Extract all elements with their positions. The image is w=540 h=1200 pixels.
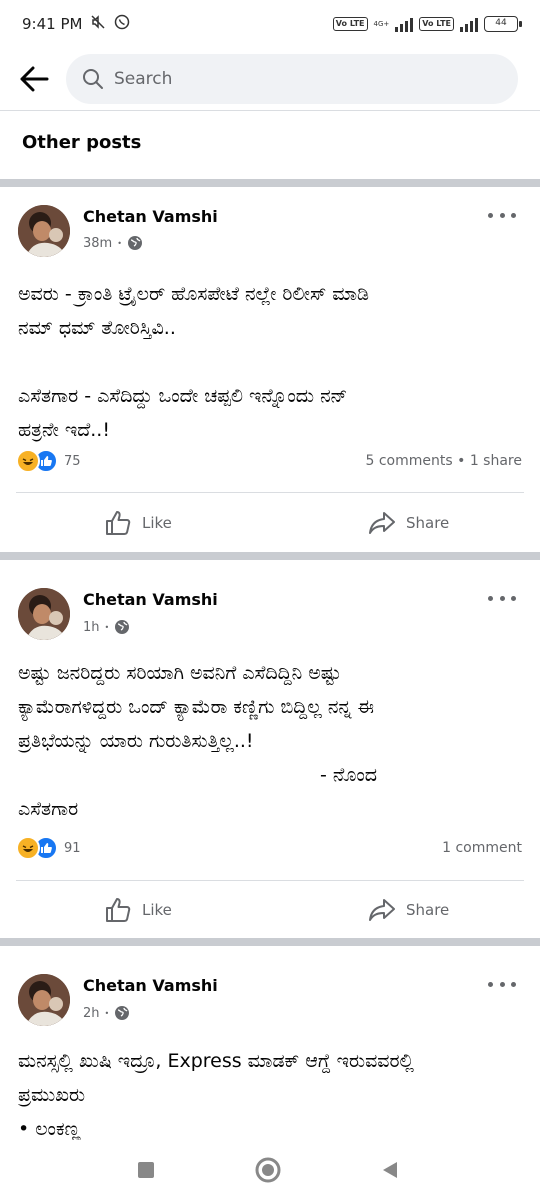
post-separator [0,552,540,560]
mute-icon [90,14,106,34]
post-card: Chetan Vamshi 2h • ಮನಸ್ಸಲ್ಲಿ ಖುಷಿ ಇದ್ರೂ,… [0,946,540,1140]
author-name[interactable]: Chetan Vamshi [83,207,218,226]
post-card: Chetan Vamshi 38m • ಅವರು - ಕ್ರಾಂತಿ ಟ್ರೈಲ… [0,187,540,552]
reaction-count: 91 [64,840,81,856]
header-divider [0,110,540,111]
post-card: Chetan Vamshi 1h • ಅಷ್ಟು ಜನರಿದ್ದರು ಸರಿಯಾ… [0,560,540,938]
reactions[interactable]: 75 [16,449,81,473]
comment-share-stats[interactable]: 5 comments • 1 share [366,453,523,469]
back-button[interactable] [12,57,56,101]
post-meta: 38m • [83,235,143,251]
search-placeholder: Search [114,69,173,89]
post-time[interactable]: 38m [83,236,112,251]
post-meta: 2h • [83,1005,130,1021]
post-meta: 1h • [83,619,130,635]
battery-icon: 44 [484,16,522,32]
system-nav-bar [0,1140,540,1200]
more-options-button[interactable] [488,588,516,608]
post-divider [16,880,524,881]
share-button[interactable]: Share [368,896,449,924]
triangle-back-icon [383,1162,397,1178]
more-options-button[interactable] [488,974,516,994]
globe-icon [115,620,130,634]
status-bar: 9:41 PM Vo LTE 4G+ Vo LTE 44 [0,0,540,48]
back-arrow-icon [20,66,49,92]
like-button[interactable]: Like [104,896,172,924]
reaction-count: 75 [64,453,81,469]
recent-apps-button[interactable] [130,1154,162,1186]
back-nav-button[interactable] [374,1154,406,1186]
status-time: 9:41 PM [22,15,83,33]
post-separator [0,938,540,946]
globe-icon [127,236,142,250]
like-label: Like [142,514,172,532]
like-label: Like [142,901,172,919]
post-time[interactable]: 2h [83,1006,100,1021]
haha-reaction-icon [16,449,40,473]
like-icon [106,898,131,922]
share-label: Share [406,901,450,919]
reactions[interactable]: 91 [16,836,81,860]
share-button[interactable]: Share [368,509,449,537]
share-icon [369,899,395,921]
home-circle-icon [255,1157,281,1183]
post-text: ಅಷ್ಟು ಜನರಿದ್ದರು ಸರಿಯಾಗಿ ಅವನಿಗೆ ಎಸೆದಿದ್ದಿ… [18,662,378,820]
like-icon [106,511,131,535]
volte-badge: Vo LTE [332,17,368,31]
home-button[interactable] [252,1154,284,1186]
share-label: Share [406,514,450,532]
section-title: Other posts [22,132,142,153]
haha-reaction-icon [16,836,40,860]
avatar[interactable] [18,974,70,1026]
post-separator [0,179,540,187]
post-time[interactable]: 1h [83,620,100,635]
post-divider [16,492,524,493]
search-input[interactable]: Search [66,54,518,104]
author-name[interactable]: Chetan Vamshi [83,976,218,995]
signal-icon-2 [460,16,478,32]
network-type: 4G+ [373,20,390,28]
share-icon [369,512,395,534]
author-name[interactable]: Chetan Vamshi [83,590,218,609]
avatar[interactable] [18,588,70,640]
more-options-button[interactable] [488,205,516,225]
whatsapp-icon [114,14,130,34]
search-header: Search [0,48,540,110]
post-text: ಮನಸ್ಸಲ್ಲಿ ಖುಷಿ ಇದ್ರೂ, Express ಮಾಡಕ್ ಆಗ್ದ… [18,1050,414,1140]
post-text: ಅವರು - ಕ್ರಾಂತಿ ಟ್ರೈಲರ್ ಹೊಸಪೇಟೆ ನಲ್ಲೇ ರಿಲ… [18,283,370,441]
signal-icon [395,16,414,32]
globe-icon [115,1006,130,1020]
comment-stats[interactable]: 1 comment [442,840,522,856]
like-button[interactable]: Like [104,509,172,537]
square-icon [138,1162,154,1178]
search-icon [83,69,103,89]
volte-badge-2: Vo LTE [419,17,454,31]
avatar[interactable] [18,205,70,257]
